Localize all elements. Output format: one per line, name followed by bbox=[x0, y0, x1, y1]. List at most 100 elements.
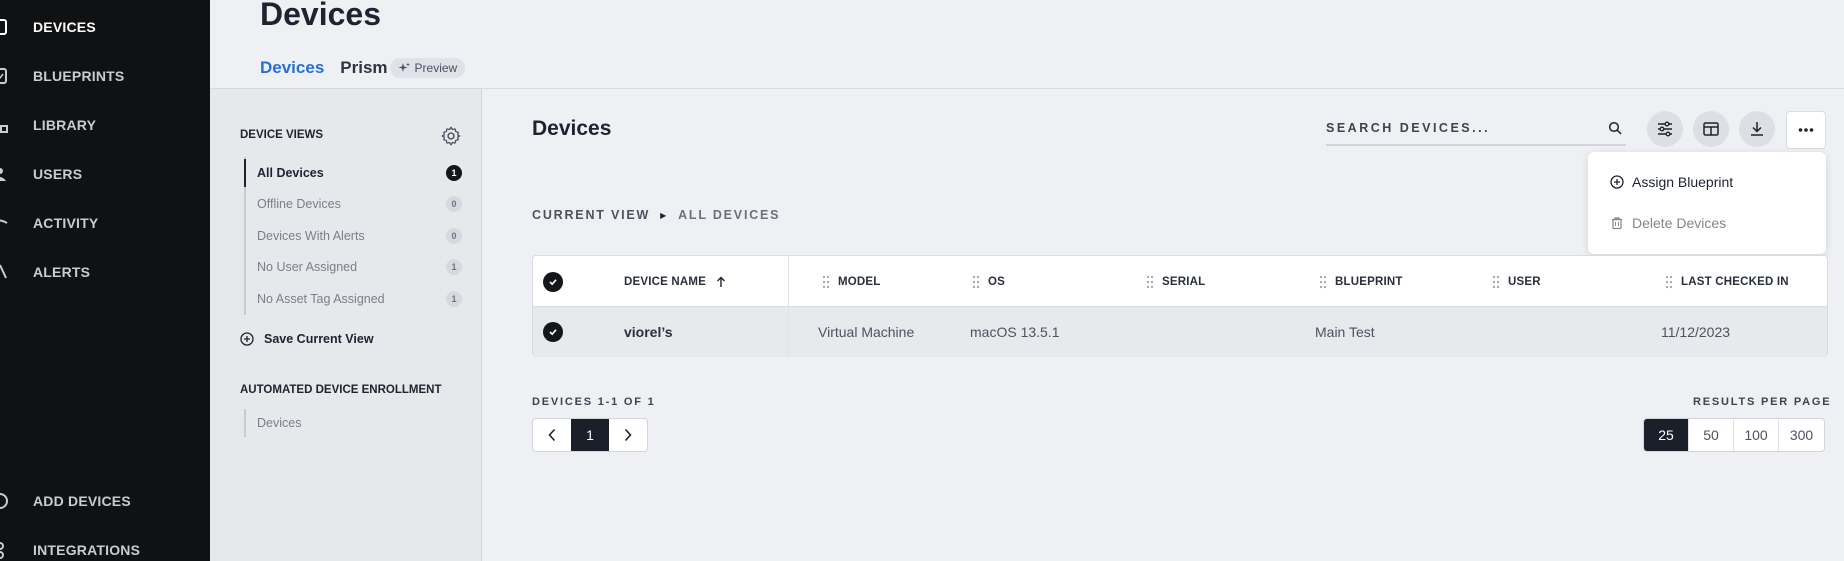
nav-item-label: ACTIVITY bbox=[33, 215, 99, 231]
gear-icon[interactable] bbox=[440, 125, 462, 147]
nav-item-label: USERS bbox=[33, 166, 83, 182]
filter-button[interactable] bbox=[1647, 111, 1683, 147]
drag-handle-icon[interactable] bbox=[1146, 275, 1154, 289]
view-item-label: Devices With Alerts bbox=[257, 228, 365, 243]
column-header-device-name[interactable]: DEVICE NAME bbox=[624, 256, 726, 307]
cell-device-name[interactable]: viorel’s bbox=[624, 307, 673, 357]
device-icon bbox=[0, 17, 10, 37]
plus-circle-icon bbox=[240, 332, 254, 346]
table-row[interactable]: viorel’s Virtual Machine macOS 13.5.1 Ma… bbox=[533, 307, 1827, 357]
activity-icon bbox=[0, 213, 10, 233]
download-icon bbox=[1751, 122, 1763, 136]
rpp-option-25[interactable]: 25 bbox=[1644, 419, 1689, 451]
nav-item-users[interactable]: USERS bbox=[0, 162, 82, 186]
view-item-label: No Asset Tag Assigned bbox=[257, 291, 385, 306]
prev-page-button[interactable] bbox=[533, 419, 571, 451]
nav-item-add-devices[interactable]: ADD DEVICES bbox=[0, 489, 131, 513]
drag-handle-icon[interactable] bbox=[1492, 275, 1500, 289]
preview-badge: Preview bbox=[389, 58, 466, 78]
device-views-title: DEVICE VIEWS bbox=[240, 129, 324, 141]
trash-icon bbox=[1612, 217, 1622, 230]
search-icon bbox=[1608, 121, 1622, 135]
sort-ascending-icon bbox=[717, 276, 726, 287]
column-label: BLUEPRINT bbox=[1335, 275, 1403, 288]
sparkle-icon bbox=[398, 62, 410, 72]
page-title: Devices bbox=[260, 0, 381, 32]
view-item-label: All Devices bbox=[257, 165, 324, 180]
columns-button[interactable] bbox=[1693, 111, 1729, 147]
column-label: LAST CHECKED IN bbox=[1681, 275, 1789, 288]
nav-item-label: INTEGRATIONS bbox=[33, 542, 141, 558]
column-header-os[interactable]: OS bbox=[972, 256, 1005, 307]
view-item-label: No User Assigned bbox=[257, 260, 358, 275]
column-header-model[interactable]: MODEL bbox=[822, 256, 881, 307]
nav-item-label: DEVICES bbox=[33, 19, 96, 35]
pagination: 1 bbox=[532, 418, 648, 452]
view-count-badge: 0 bbox=[446, 196, 462, 213]
column-label: SERIAL bbox=[1162, 275, 1206, 288]
nav-item-devices[interactable]: DEVICES bbox=[0, 15, 96, 39]
column-header-last-checked-in[interactable]: LAST CHECKED IN bbox=[1665, 256, 1789, 307]
nav-item-blueprints[interactable]: BLUEPRINTS bbox=[0, 64, 124, 88]
nav-item-activity[interactable]: ACTIVITY bbox=[0, 211, 98, 235]
view-item-no-user-assigned[interactable]: No User Assigned 1 bbox=[246, 252, 462, 284]
columns-icon bbox=[1703, 122, 1719, 136]
drag-handle-icon[interactable] bbox=[972, 275, 980, 289]
tab-devices[interactable]: Devices bbox=[260, 58, 325, 91]
ellipsis-icon bbox=[1798, 128, 1814, 132]
devices-table: DEVICE NAME MODEL OS SERIAL BLUEPRINT US… bbox=[532, 255, 1828, 357]
ade-title: AUTOMATED DEVICE ENROLLMENT bbox=[240, 384, 442, 396]
drag-handle-icon[interactable] bbox=[1319, 275, 1327, 289]
rpp-option-300[interactable]: 300 bbox=[1779, 419, 1824, 451]
device-views-panel: DEVICE VIEWS All Devices 1 Offline Devic… bbox=[210, 89, 482, 561]
nav-item-label: ALERTS bbox=[33, 264, 91, 280]
save-current-view-label: Save Current View bbox=[264, 332, 374, 346]
save-current-view-button[interactable]: Save Current View bbox=[240, 332, 374, 346]
column-header-blueprint[interactable]: BLUEPRINT bbox=[1319, 256, 1403, 307]
more-actions-button[interactable] bbox=[1786, 111, 1826, 149]
column-header-serial[interactable]: SERIAL bbox=[1146, 256, 1205, 307]
menu-item-delete-devices[interactable]: Delete Devices bbox=[1610, 215, 1726, 231]
next-page-button[interactable] bbox=[609, 419, 647, 451]
ade-item-devices[interactable]: Devices bbox=[246, 409, 462, 437]
nav-item-label: ADD DEVICES bbox=[33, 493, 131, 509]
column-label: MODEL bbox=[838, 275, 881, 288]
tab-prism[interactable]: Prism bbox=[340, 58, 387, 88]
library-icon bbox=[0, 115, 10, 135]
results-per-page-label: RESULTS PER PAGE bbox=[1693, 396, 1832, 408]
sliders-icon bbox=[1658, 121, 1672, 137]
results-range: DEVICES 1-1 OF 1 bbox=[532, 396, 656, 408]
plus-circle-icon bbox=[1610, 175, 1624, 189]
cell-blueprint[interactable]: Main Test bbox=[1315, 307, 1375, 357]
select-all-checkbox[interactable] bbox=[543, 256, 563, 307]
view-item-all-devices[interactable]: All Devices 1 bbox=[244, 157, 462, 189]
breadcrumb-current: ALL DEVICES bbox=[678, 208, 781, 222]
breadcrumb: CURRENT VIEW ▶ ALL DEVICES bbox=[532, 208, 780, 222]
page-button-current[interactable]: 1 bbox=[571, 419, 609, 451]
device-view-list: All Devices 1 Offline Devices 0 Devices … bbox=[244, 157, 462, 315]
menu-item-assign-blueprint[interactable]: Assign Blueprint bbox=[1610, 174, 1733, 190]
check-icon bbox=[549, 329, 557, 336]
header-tabs: Devices Prism Preview bbox=[260, 58, 466, 91]
nav-item-library[interactable]: LIBRARY bbox=[0, 113, 96, 137]
drag-handle-icon[interactable] bbox=[822, 275, 830, 289]
view-item-label: Offline Devices bbox=[257, 197, 341, 212]
view-count-badge: 1 bbox=[446, 259, 462, 276]
view-item-devices-with-alerts[interactable]: Devices With Alerts 0 bbox=[246, 220, 462, 252]
download-button[interactable] bbox=[1739, 111, 1775, 147]
search-input[interactable]: SEARCH DEVICES... bbox=[1326, 112, 1626, 146]
blueprint-icon bbox=[0, 66, 10, 86]
view-item-offline-devices[interactable]: Offline Devices 0 bbox=[246, 189, 462, 221]
main-title: Devices bbox=[532, 117, 612, 140]
drag-handle-icon[interactable] bbox=[1665, 275, 1673, 289]
nav-item-alerts[interactable]: ALERTS bbox=[0, 260, 90, 284]
column-header-user[interactable]: USER bbox=[1492, 256, 1541, 307]
view-item-no-asset-tag-assigned[interactable]: No Asset Tag Assigned 1 bbox=[246, 283, 462, 315]
column-label: USER bbox=[1508, 275, 1541, 288]
nav-item-label: BLUEPRINTS bbox=[33, 68, 125, 84]
nav-item-integrations[interactable]: INTEGRATIONS bbox=[0, 538, 140, 561]
rpp-option-50[interactable]: 50 bbox=[1689, 419, 1734, 451]
rpp-option-100[interactable]: 100 bbox=[1734, 419, 1779, 451]
chevron-left-icon bbox=[548, 428, 556, 442]
row-checkbox[interactable] bbox=[543, 307, 563, 357]
